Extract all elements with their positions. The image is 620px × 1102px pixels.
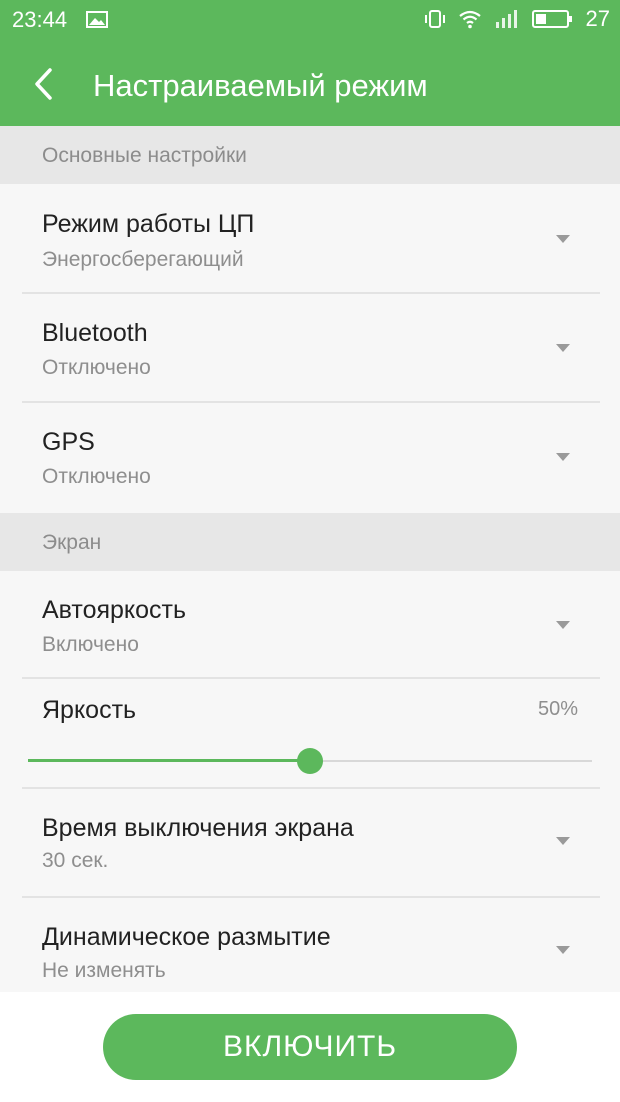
setting-value: Энергосберегающий — [42, 248, 244, 271]
image-icon — [86, 11, 108, 28]
setting-value: Отключено — [42, 465, 151, 488]
dropdown-arrow-icon — [556, 235, 570, 243]
brightness-percent: 50% — [537, 698, 578, 720]
bottom-bar: ВКЛЮЧИТЬ — [0, 992, 620, 1102]
section-title-basic: Основные настройки — [42, 144, 247, 167]
brightness-slider[interactable] — [28, 746, 592, 776]
setting-label: Динамическое размытие — [42, 923, 331, 951]
slider-fill — [28, 759, 310, 762]
status-icons: 27 — [424, 6, 610, 32]
dropdown-arrow-icon — [556, 946, 570, 954]
dropdown-arrow-icon — [556, 453, 570, 461]
slider-thumb[interactable] — [297, 748, 323, 774]
signal-icon — [495, 10, 517, 28]
section-header-basic: Основные настройки — [0, 126, 620, 184]
battery-icon — [531, 10, 572, 28]
battery-level: 27 — [585, 6, 610, 31]
section-title-screen: Экран — [42, 531, 102, 554]
dropdown-arrow-icon — [556, 621, 570, 629]
setting-dynamic-blur[interactable]: Динамическое размытие Не изменять — [0, 898, 620, 992]
setting-label: GPS — [42, 428, 95, 456]
setting-value: Не изменять — [42, 959, 166, 982]
vibrate-icon — [424, 10, 445, 28]
setting-label: Bluetooth — [42, 319, 148, 347]
setting-brightness: Яркость 50% — [0, 679, 620, 787]
page-title: Настраиваемый режим — [93, 68, 428, 103]
status-time: 23:44 — [12, 7, 68, 32]
setting-label: Автояркость — [42, 596, 187, 624]
setting-gps[interactable]: GPS Отключено — [0, 403, 620, 513]
setting-bluetooth[interactable]: Bluetooth Отключено — [0, 294, 620, 402]
setting-label: Время выключения экрана — [42, 814, 354, 842]
chevron-left-icon[interactable] — [28, 66, 64, 102]
dropdown-arrow-icon — [556, 344, 570, 352]
setting-value: Отключено — [42, 356, 151, 379]
setting-label: Яркость — [42, 696, 137, 724]
section-header-screen: Экран — [0, 513, 620, 571]
setting-label: Режим работы ЦП — [42, 210, 255, 238]
setting-value: Включено — [42, 633, 139, 656]
enable-button[interactable]: ВКЛЮЧИТЬ — [103, 1014, 517, 1080]
dropdown-arrow-icon — [556, 837, 570, 845]
status-bar: 23:44 27 — [0, 0, 620, 44]
setting-value: 30 сек. — [42, 849, 109, 872]
setting-screen-timeout[interactable]: Время выключения экрана 30 сек. — [0, 789, 620, 897]
setting-cpu-mode[interactable]: Режим работы ЦП Энергосберегающий — [0, 184, 620, 294]
setting-autobrightness[interactable]: Автояркость Включено — [0, 571, 620, 677]
wifi-icon — [458, 10, 481, 29]
app-bar: Настраиваемый режим — [0, 44, 620, 126]
